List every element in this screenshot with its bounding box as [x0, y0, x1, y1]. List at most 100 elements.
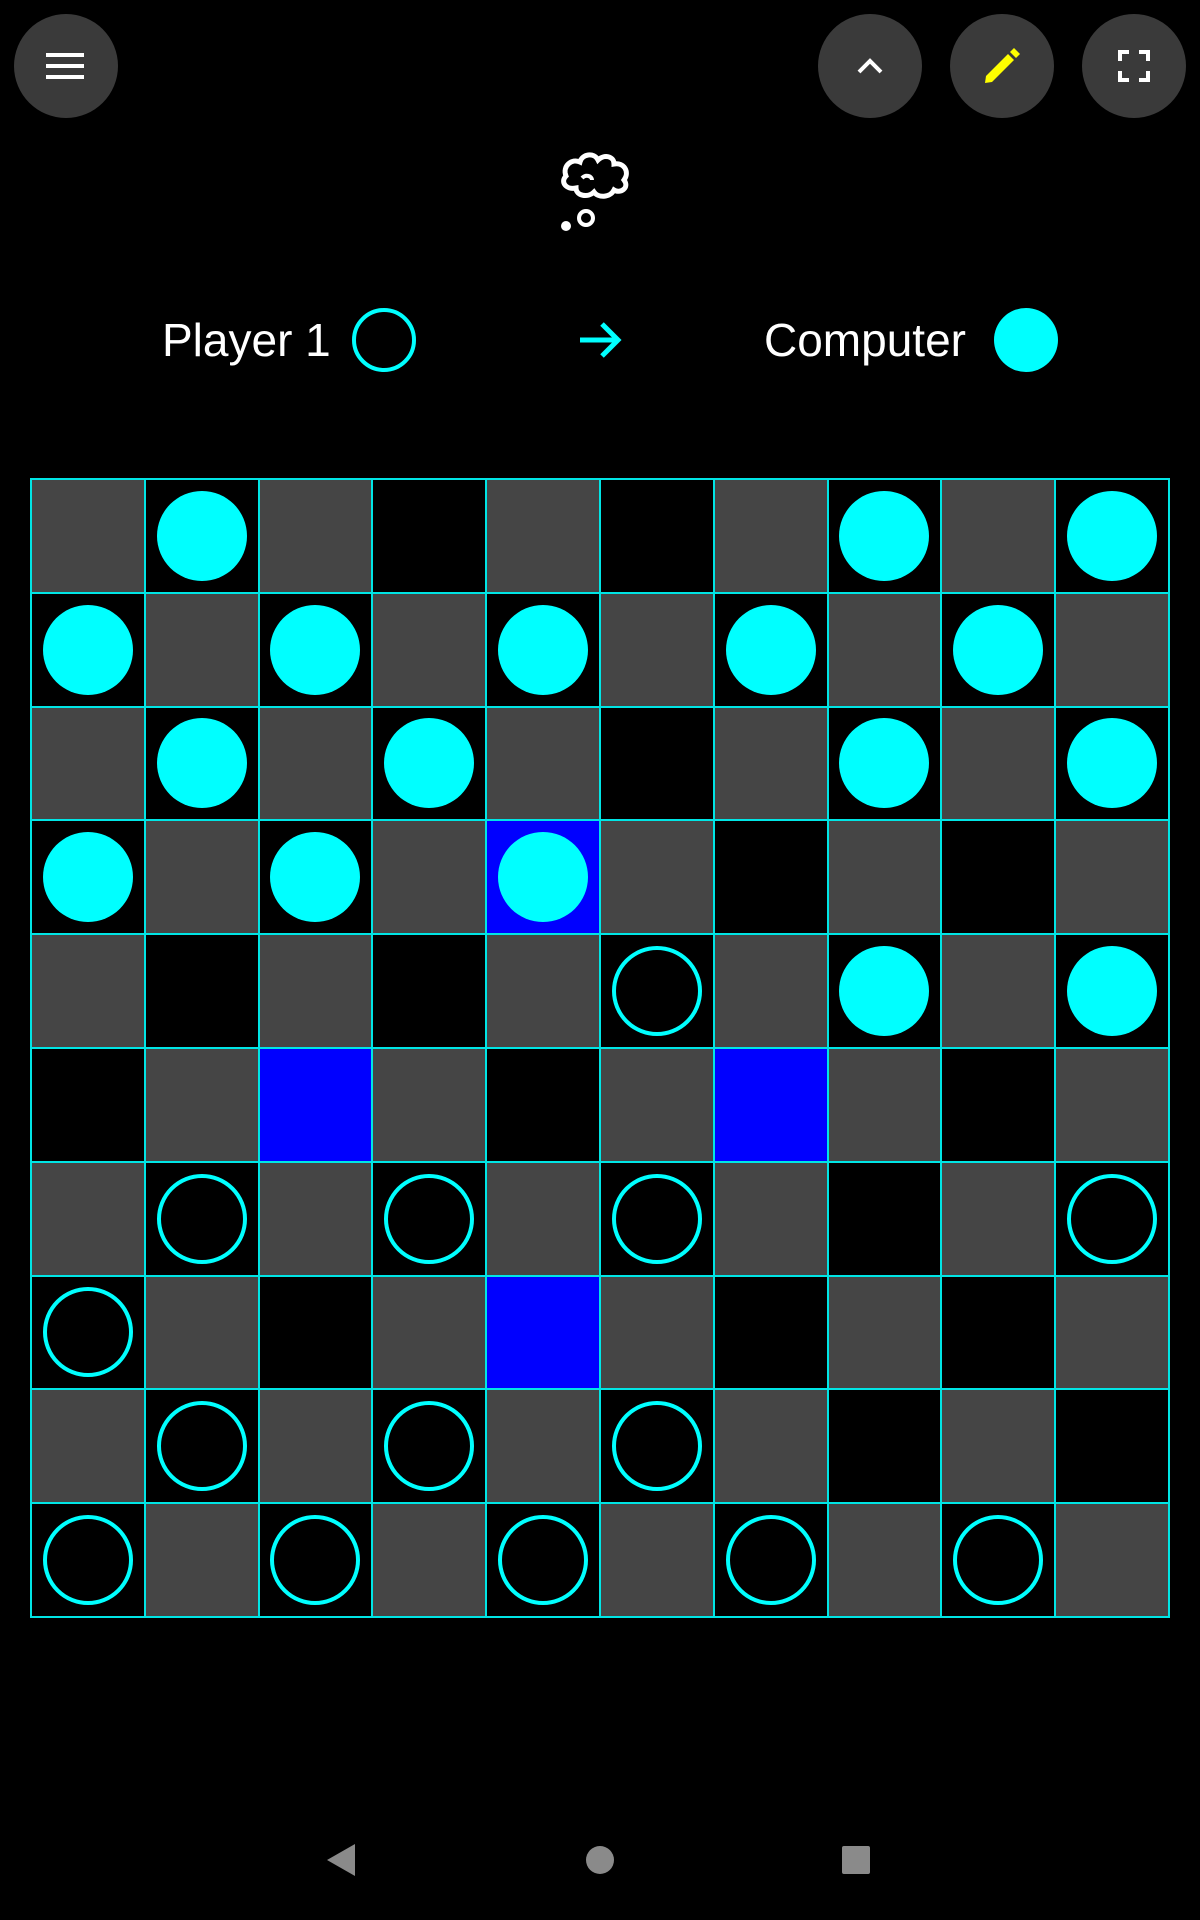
board-square[interactable] — [486, 1389, 600, 1504]
computer-piece[interactable] — [725, 604, 816, 695]
board-square[interactable] — [827, 592, 942, 707]
player1-piece[interactable] — [384, 1173, 475, 1264]
board-square[interactable] — [372, 1161, 487, 1276]
board-square[interactable] — [941, 934, 1056, 1048]
board-square[interactable] — [600, 1275, 714, 1390]
computer-piece[interactable] — [156, 718, 247, 809]
board-square[interactable] — [258, 1161, 373, 1276]
board-square[interactable] — [1055, 592, 1169, 707]
board-square[interactable] — [941, 1503, 1056, 1617]
board-square[interactable] — [600, 820, 714, 935]
computer-piece[interactable] — [1067, 946, 1158, 1037]
menu-button[interactable] — [14, 14, 118, 118]
board-square-highlighted[interactable] — [713, 1048, 828, 1162]
computer-piece[interactable] — [1067, 718, 1158, 809]
computer-piece[interactable] — [839, 718, 930, 809]
board-square[interactable] — [258, 592, 373, 707]
board-square[interactable] — [144, 1275, 259, 1390]
board-square[interactable] — [713, 820, 828, 935]
computer-piece[interactable] — [42, 604, 133, 695]
board-square[interactable] — [1055, 706, 1169, 821]
computer-piece[interactable] — [498, 604, 589, 695]
board-square[interactable] — [600, 479, 714, 593]
board-square[interactable] — [827, 1503, 942, 1617]
board-square[interactable] — [600, 592, 714, 707]
player1-piece[interactable] — [611, 946, 702, 1037]
board-square[interactable] — [258, 706, 373, 821]
board-square[interactable] — [144, 706, 259, 821]
board-square[interactable] — [258, 934, 373, 1048]
board-square[interactable] — [372, 1275, 487, 1390]
board-square[interactable] — [372, 706, 487, 821]
board-square[interactable] — [144, 1389, 259, 1504]
board-square[interactable] — [600, 1389, 714, 1504]
board-square[interactable] — [941, 592, 1056, 707]
board-square[interactable] — [486, 479, 600, 593]
player1-piece[interactable] — [42, 1287, 133, 1378]
board-square[interactable] — [258, 820, 373, 935]
board-square[interactable] — [372, 1389, 487, 1504]
computer-piece[interactable] — [384, 718, 475, 809]
board-square[interactable] — [713, 706, 828, 821]
board-square[interactable] — [600, 1503, 714, 1617]
board-square[interactable] — [486, 592, 600, 707]
board-square[interactable] — [31, 1503, 145, 1617]
board-square[interactable] — [144, 934, 259, 1048]
computer-piece[interactable] — [839, 490, 930, 581]
board-square[interactable] — [372, 934, 487, 1048]
board-square[interactable] — [827, 1161, 942, 1276]
board-square[interactable] — [1055, 1389, 1169, 1504]
board-square[interactable] — [31, 820, 145, 935]
board-square[interactable] — [600, 706, 714, 821]
board-square[interactable] — [713, 1275, 828, 1390]
board-square[interactable] — [1055, 1161, 1169, 1276]
board-square[interactable] — [1055, 820, 1169, 935]
board-square[interactable] — [258, 479, 373, 593]
board-square[interactable] — [1055, 1275, 1169, 1390]
board-square[interactable] — [713, 1161, 828, 1276]
computer-piece[interactable] — [42, 832, 133, 923]
board-square[interactable] — [31, 1275, 145, 1390]
board-square[interactable] — [827, 820, 942, 935]
board-square[interactable] — [713, 934, 828, 1048]
board-square[interactable] — [1055, 1048, 1169, 1162]
recents-button[interactable] — [826, 1830, 886, 1890]
board-square[interactable] — [144, 1048, 259, 1162]
board-square[interactable] — [941, 706, 1056, 821]
computer-piece[interactable] — [498, 832, 589, 923]
board-square[interactable] — [713, 1503, 828, 1617]
computer-piece[interactable] — [953, 604, 1044, 695]
board-square[interactable] — [941, 820, 1056, 935]
player1-piece[interactable] — [156, 1173, 247, 1264]
board-square[interactable] — [600, 1161, 714, 1276]
board-square[interactable] — [941, 479, 1056, 593]
board-square[interactable] — [144, 1161, 259, 1276]
board-square[interactable] — [1055, 479, 1169, 593]
computer-piece[interactable] — [270, 832, 361, 923]
board-square[interactable] — [31, 479, 145, 593]
player1-piece[interactable] — [953, 1515, 1044, 1606]
board-square[interactable] — [713, 1389, 828, 1504]
board-square[interactable] — [713, 592, 828, 707]
board-square[interactable] — [1055, 934, 1169, 1048]
board-square[interactable] — [486, 1161, 600, 1276]
board-square[interactable] — [827, 706, 942, 821]
computer-piece[interactable] — [270, 604, 361, 695]
board-square[interactable] — [144, 592, 259, 707]
board-square[interactable] — [941, 1389, 1056, 1504]
board-square-highlighted[interactable] — [486, 820, 600, 935]
computer-piece[interactable] — [1067, 490, 1158, 581]
board-square[interactable] — [827, 479, 942, 593]
player1-piece[interactable] — [611, 1173, 702, 1264]
computer-piece[interactable] — [156, 490, 247, 581]
edit-button[interactable] — [950, 14, 1054, 118]
player1-piece[interactable] — [498, 1515, 589, 1606]
board-square[interactable] — [486, 1048, 600, 1162]
board-square[interactable] — [372, 1503, 487, 1617]
board-square[interactable] — [258, 1389, 373, 1504]
player1-piece[interactable] — [270, 1515, 361, 1606]
computer-piece[interactable] — [839, 946, 930, 1037]
board-square[interactable] — [827, 1275, 942, 1390]
board-square[interactable] — [258, 1275, 373, 1390]
board-square[interactable] — [713, 479, 828, 593]
